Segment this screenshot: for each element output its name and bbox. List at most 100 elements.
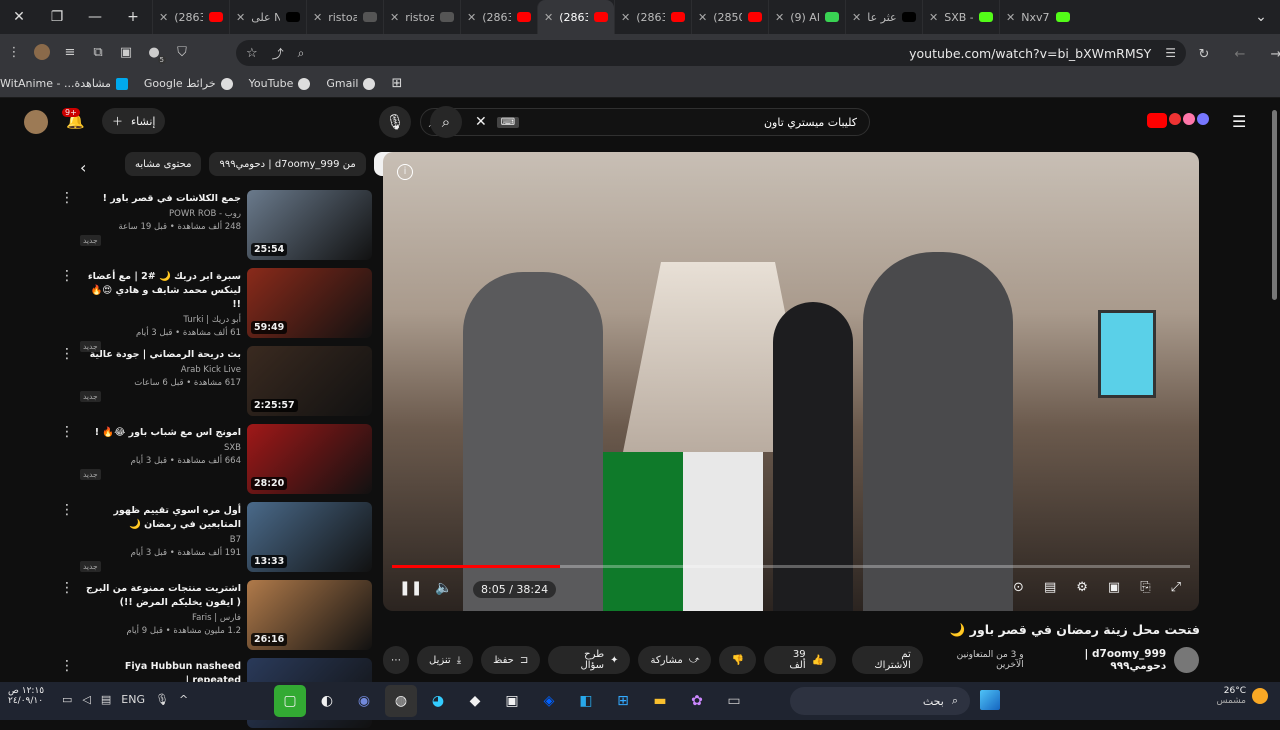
create-button[interactable]: ＋ إنشاء bbox=[102, 108, 166, 134]
battery-icon[interactable]: ▭ bbox=[62, 693, 72, 706]
browser-tab[interactable]: ✕ ristoar bbox=[306, 0, 383, 34]
bookmark-maps[interactable]: خرائط Google bbox=[144, 77, 233, 90]
outlook-icon[interactable]: ◧ bbox=[570, 685, 602, 717]
close-tab-icon[interactable]: ✕ bbox=[236, 11, 245, 24]
media-icon[interactable]: ≡ bbox=[56, 38, 84, 66]
shield-icon[interactable]: ⛉ bbox=[168, 38, 196, 66]
video-thumbnail[interactable]: 26:16 bbox=[247, 580, 372, 650]
extension-icon[interactable]: ▣ bbox=[112, 38, 140, 66]
mic-icon[interactable]: 🎙 bbox=[379, 106, 411, 138]
notifications-icon[interactable]: 🔔 9+ bbox=[62, 108, 85, 130]
app-icon[interactable]: ▢ bbox=[274, 685, 306, 717]
more-options-icon[interactable]: ⋮ bbox=[60, 580, 74, 652]
bookmark-witanime[interactable]: مشاهدة... - WitAnime bbox=[0, 77, 128, 90]
channel-name[interactable]: d7oomy_999 | دحومي٩٩٩ bbox=[1032, 648, 1167, 672]
search-box[interactable]: ⌕ ✕ ⌨ كليبات ميستري تاون bbox=[420, 108, 870, 136]
more-options-icon[interactable]: ⋮ bbox=[60, 424, 74, 496]
video-thumbnail[interactable]: 59:49 bbox=[247, 268, 372, 338]
copilot-icon[interactable]: ✿ bbox=[681, 685, 713, 717]
channel-avatar[interactable] bbox=[1174, 647, 1199, 673]
browser-tab[interactable]: ✕ (2863) bbox=[537, 0, 614, 34]
extension-badge-icon[interactable]: ● 5 bbox=[140, 38, 168, 66]
share-icon[interactable]: ⤴ bbox=[272, 45, 284, 62]
browser-tab[interactable]: ✕ (9) Ale bbox=[768, 0, 845, 34]
restore-window-button[interactable]: ❐ bbox=[38, 0, 76, 34]
recommendation-item[interactable]: 2:25:57 بث دريحة الرمضاني | جودة عالية Ara… bbox=[60, 346, 372, 418]
close-tab-icon[interactable]: ✕ bbox=[929, 11, 938, 24]
like-button[interactable]: 👍 39 ألف bbox=[763, 646, 837, 674]
weather-widget[interactable]: 26°C مشمس bbox=[1216, 686, 1268, 706]
browser-tab[interactable]: ✕ اعثر عا bbox=[845, 0, 922, 34]
apps-icon[interactable]: ⊞ bbox=[391, 76, 402, 91]
store-icon[interactable]: ⊞ bbox=[607, 685, 639, 717]
progress-track[interactable] bbox=[392, 565, 1190, 568]
discord-icon[interactable]: ◉ bbox=[348, 685, 380, 717]
minimize-window-button[interactable]: — bbox=[76, 0, 114, 34]
download-button[interactable]: ⤓ تنزيل bbox=[417, 646, 474, 674]
chrome-icon[interactable]: ◍ bbox=[385, 685, 417, 717]
close-tab-icon[interactable]: ✕ bbox=[852, 11, 861, 24]
star-icon[interactable]: ☆ bbox=[246, 46, 258, 61]
subscribed-button[interactable]: تم الاشتراك bbox=[852, 646, 923, 674]
network-icon[interactable]: ▤ bbox=[101, 693, 111, 706]
settings-icon[interactable]: ⚙ bbox=[1076, 580, 1088, 595]
more-options-icon[interactable]: ⋮ bbox=[60, 502, 74, 574]
browser-tab[interactable]: ✕ (2863) bbox=[460, 0, 537, 34]
recommendation-item[interactable]: 28:20 امونج اس مع شباب باور 😂🔥 ! SXB 664 أل… bbox=[60, 424, 372, 496]
clear-search-icon[interactable]: ✕ bbox=[475, 114, 487, 130]
taskbar-search[interactable]: ⌕ بحث bbox=[790, 687, 970, 715]
forward-icon[interactable]: ← bbox=[1226, 40, 1254, 68]
chip-from-channel[interactable]: من d7oomy_999 | دحومي٩٩٩ bbox=[209, 152, 366, 176]
bookmark-gmail[interactable]: Gmail bbox=[326, 77, 376, 90]
chip-similar[interactable]: محتوى مشابه bbox=[125, 152, 202, 176]
language-indicator[interactable]: ENG bbox=[121, 693, 145, 706]
edge-icon[interactable]: ◕ bbox=[422, 685, 454, 717]
browser-tab[interactable]: ✕ Nxv7 S bbox=[999, 0, 1076, 34]
info-icon[interactable]: i bbox=[397, 164, 413, 180]
chevron-left-icon[interactable]: ‹ bbox=[80, 158, 86, 177]
browser-tab[interactable]: ✕ (2850) bbox=[691, 0, 768, 34]
menu-icon[interactable]: ⋮ bbox=[0, 38, 28, 66]
more-options-icon[interactable]: ⋮ bbox=[60, 268, 74, 340]
page-scrollbar[interactable] bbox=[1268, 100, 1280, 682]
close-tab-icon[interactable]: ✕ bbox=[775, 11, 784, 24]
app-icon-2[interactable]: ▣ bbox=[496, 685, 528, 717]
search-button[interactable]: ⌕ bbox=[430, 106, 462, 138]
back-icon[interactable]: → bbox=[1262, 40, 1280, 68]
chevron-up-icon[interactable]: ^ bbox=[179, 693, 188, 706]
more-actions-button[interactable]: ⋯ bbox=[383, 646, 409, 674]
extensions-icon[interactable]: ⧉ bbox=[84, 38, 112, 66]
mic-icon[interactable]: 🎙 bbox=[155, 693, 169, 706]
browser-tab[interactable]: ✕ ristoar bbox=[383, 0, 460, 34]
close-tab-icon[interactable]: ✕ bbox=[313, 11, 322, 24]
recommendation-item[interactable]: 59:49 سبرة ابر دريك 🌙 #2 | مع أعضاء لينكس… bbox=[60, 268, 372, 352]
site-settings-icon[interactable]: ☰ bbox=[1165, 46, 1176, 60]
recommendation-item[interactable]: 25:54 جمع الكلاشات في قصر باور ! روب - POW… bbox=[60, 190, 372, 262]
close-tab-icon[interactable]: ✕ bbox=[544, 11, 553, 24]
close-tab-icon[interactable]: ✕ bbox=[1006, 11, 1015, 24]
dislike-button[interactable]: 👎 bbox=[719, 646, 756, 674]
zoom-icon[interactable]: ⌕ bbox=[298, 46, 305, 61]
volume-icon[interactable]: 🔈 bbox=[435, 580, 452, 596]
recommendation-item[interactable]: 26:16 اشتريت منتجات ممنوعة من البرج ( ايف… bbox=[60, 580, 372, 652]
app-icon-3[interactable]: ▭ bbox=[718, 685, 750, 717]
miniplayer-icon[interactable]: ▣ bbox=[1108, 580, 1120, 595]
profile-avatar[interactable] bbox=[28, 38, 56, 66]
avatar[interactable] bbox=[24, 110, 48, 134]
share-button[interactable]: ⤻ مشاركة bbox=[638, 646, 712, 674]
close-tab-icon[interactable]: ✕ bbox=[467, 11, 476, 24]
browser-tab[interactable]: ✕ على N bbox=[229, 0, 306, 34]
ask-button[interactable]: ✦ طرح سؤال bbox=[548, 646, 631, 674]
browser-tab[interactable]: ✕ (2863) bbox=[614, 0, 691, 34]
video-thumbnail[interactable]: 28:20 bbox=[247, 424, 372, 494]
save-button[interactable]: ⊏ حفظ bbox=[481, 646, 541, 674]
video-thumbnail[interactable]: 2:25:57 bbox=[247, 346, 372, 416]
video-player[interactable]: i ❚❚ 🔈 8:05 / 38:24 ⊙ ▤ ⚙ ▣ ⎘ ⤢ bbox=[383, 152, 1199, 611]
explorer-icon[interactable]: ▬ bbox=[644, 685, 676, 717]
new-tab-button[interactable]: + bbox=[114, 0, 152, 34]
close-tab-icon[interactable]: ✕ bbox=[159, 11, 168, 24]
collab-text[interactable]: و 3 من المتعاونين الآخرين bbox=[931, 650, 1024, 670]
epic-games-icon[interactable]: ◆ bbox=[459, 685, 491, 717]
close-tab-icon[interactable]: ✕ bbox=[698, 11, 707, 24]
close-tab-icon[interactable]: ✕ bbox=[390, 11, 399, 24]
